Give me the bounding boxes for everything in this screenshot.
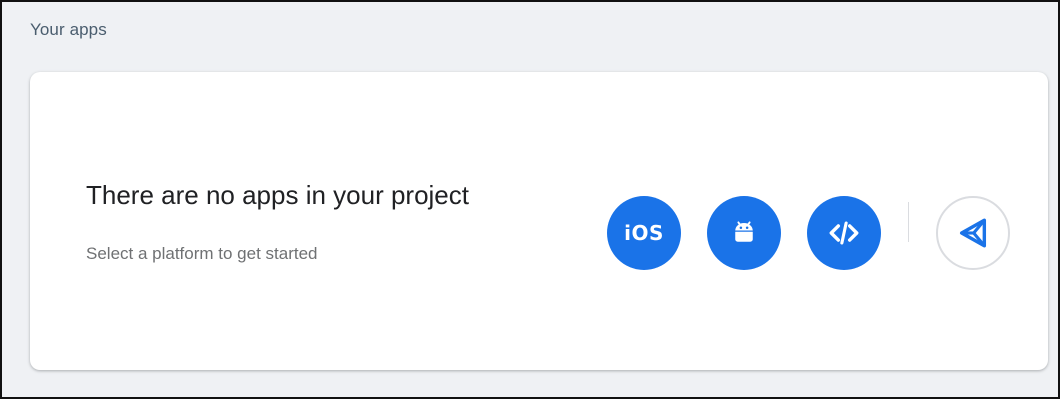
apps-panel: Your apps There are no apps in your proj… [0,0,1060,399]
unity-icon [959,218,987,248]
android-icon [735,221,753,242]
platform-divider [908,202,909,242]
empty-state-title: There are no apps in your project [86,180,469,210]
code-icon [829,221,859,245]
section-title: Your apps [30,20,107,39]
add-ios-app-button[interactable]: iOS [607,196,681,270]
add-android-app-button[interactable] [707,196,781,270]
empty-state-subtitle: Select a platform to get started [86,244,318,263]
ios-icon: iOS [624,221,664,245]
add-web-app-button[interactable] [807,196,881,270]
add-unity-app-button[interactable] [936,196,1010,270]
apps-card: There are no apps in your project Select… [30,72,1048,370]
